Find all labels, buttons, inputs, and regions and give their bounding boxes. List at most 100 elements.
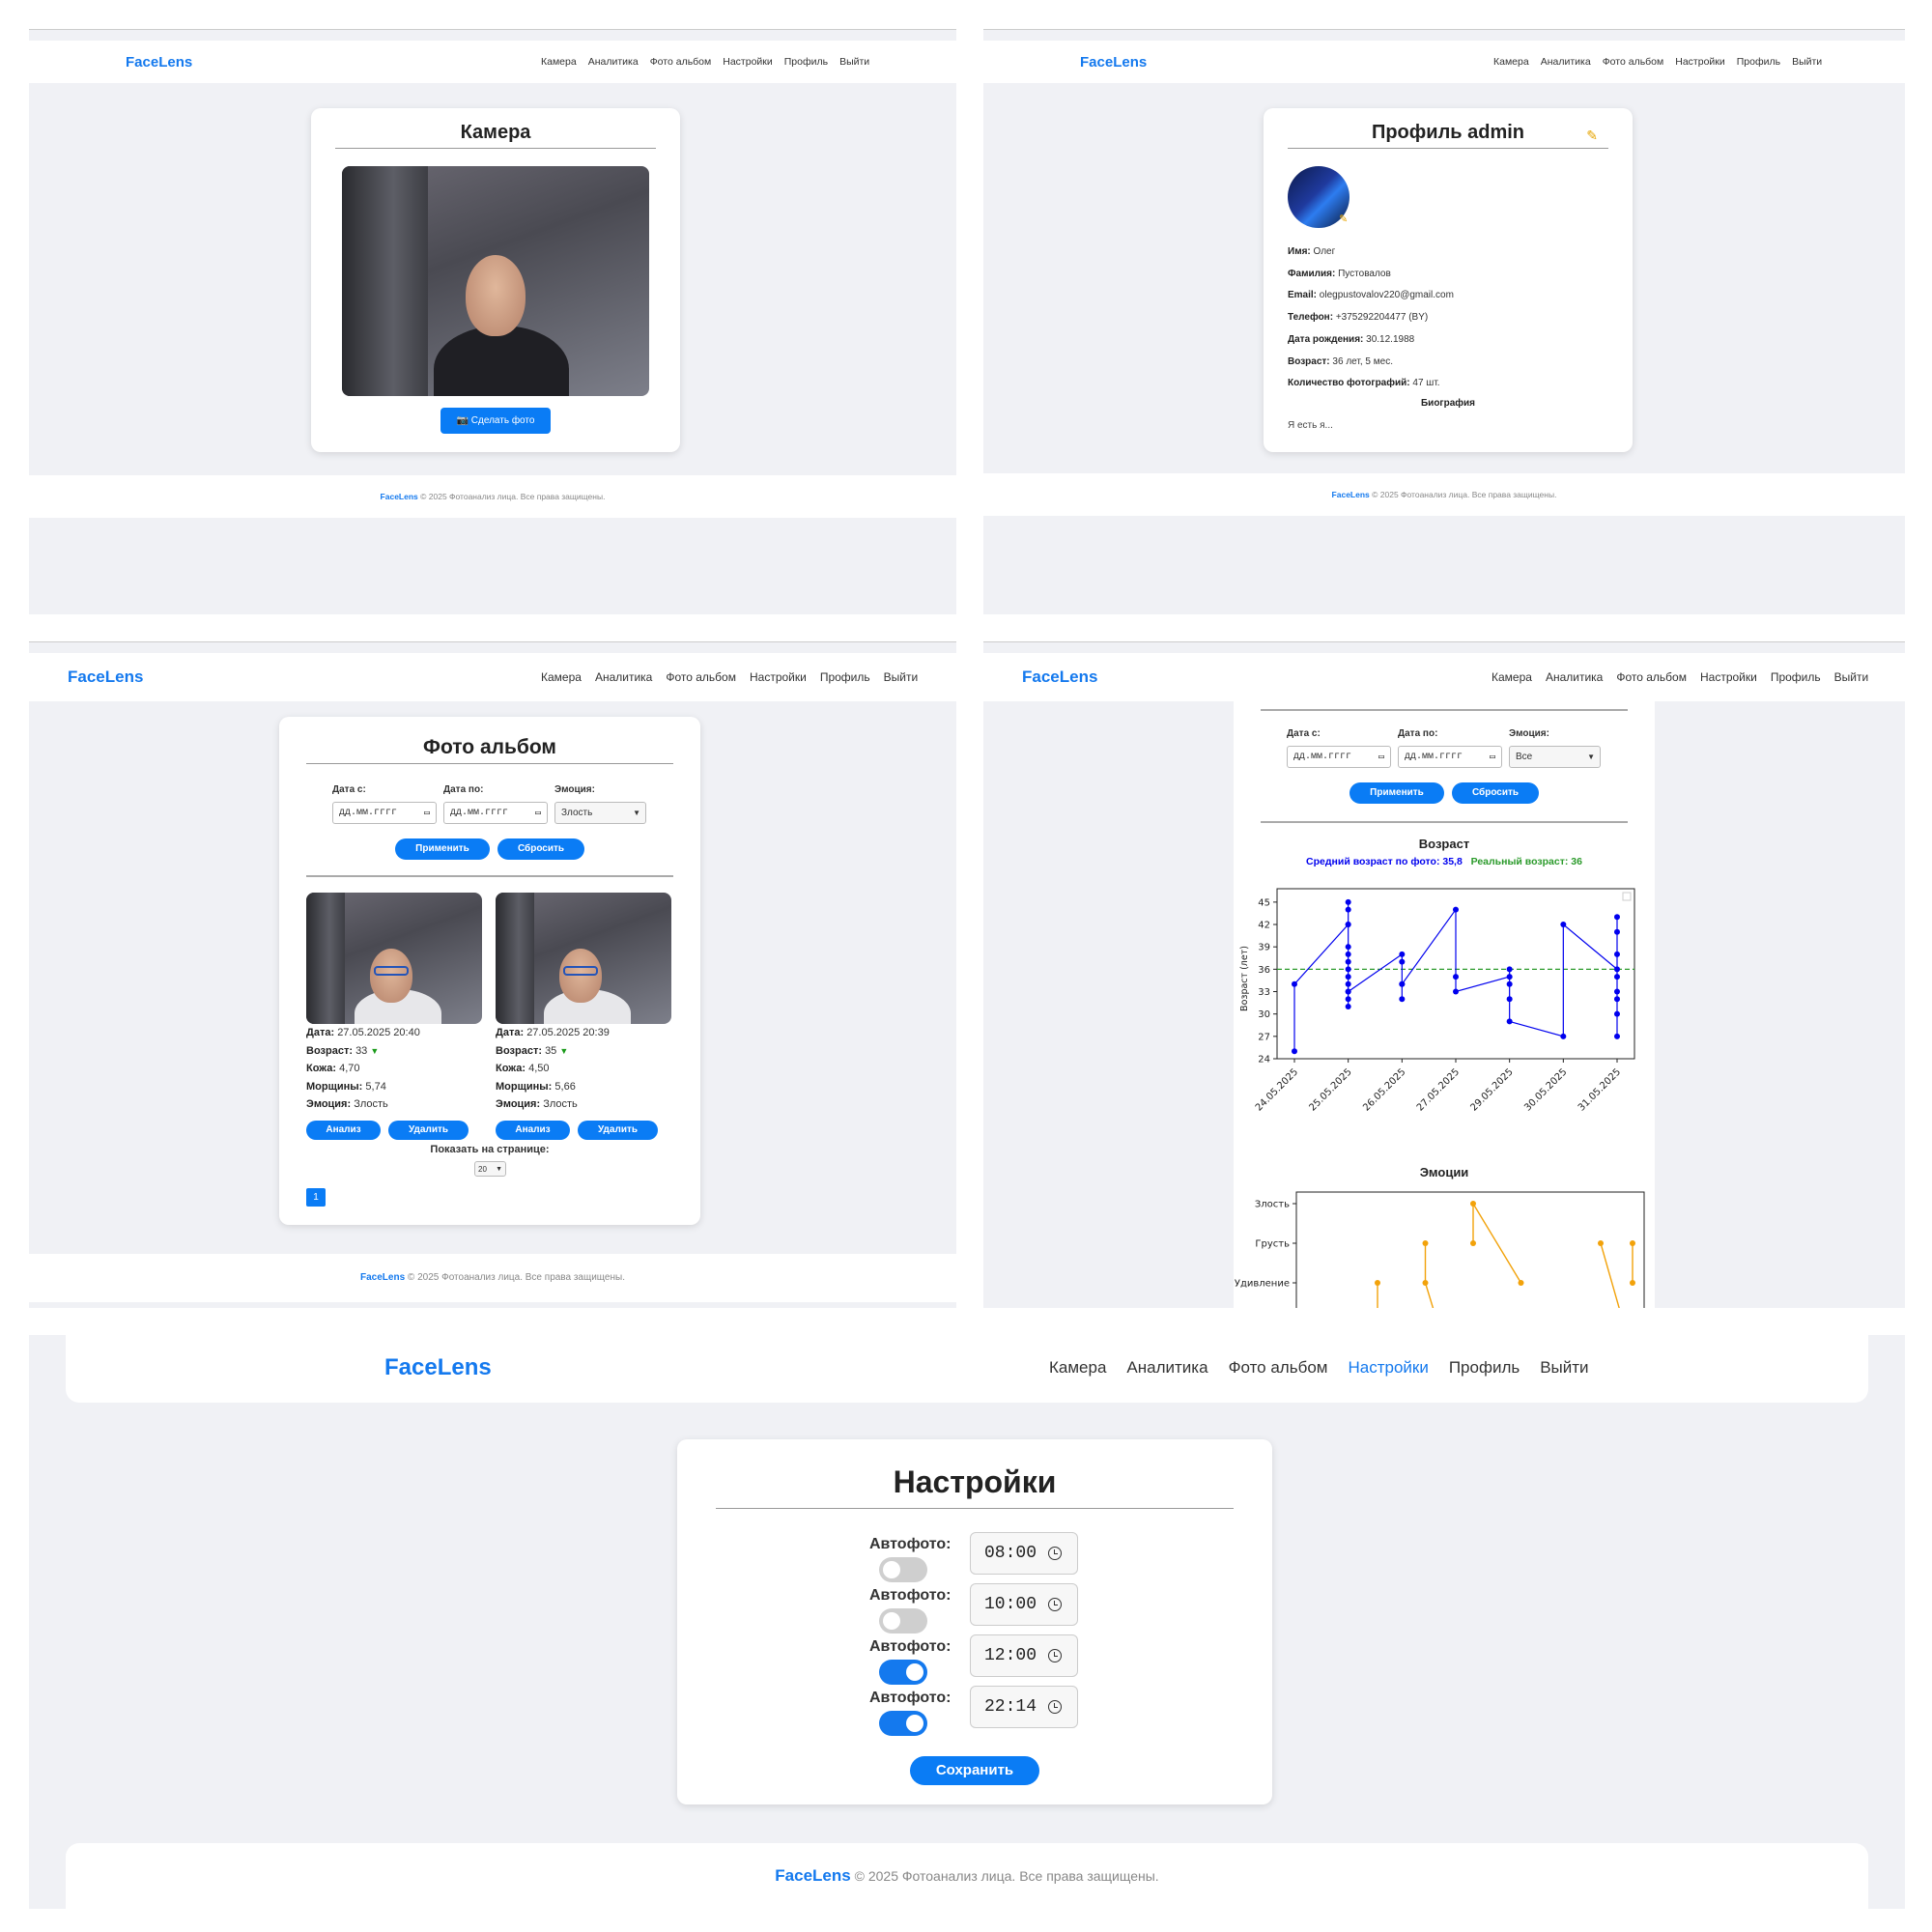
calendar-icon[interactable]: ▭ — [535, 808, 541, 819]
profile-field: Телефон: +375292204477 (BY) — [1288, 312, 1428, 323]
pagination-page[interactable]: 1 — [306, 1188, 326, 1207]
age-data-point — [1453, 906, 1459, 913]
y-tick-label: 42 — [1258, 921, 1270, 931]
brand-logo[interactable]: FaceLens — [126, 54, 192, 71]
nav-profile[interactable]: Профиль — [784, 56, 828, 68]
nav-settings[interactable]: Настройки — [723, 56, 773, 68]
emotion-data-point — [1630, 1240, 1635, 1246]
nav-album[interactable]: Фото альбом — [650, 56, 712, 68]
photo-field-label: Эмоция: — [306, 1098, 352, 1110]
nav-analytics[interactable]: Аналитика — [588, 56, 639, 68]
nav-analytics[interactable]: Аналитика — [1126, 1358, 1208, 1378]
avatar-pencil-icon[interactable]: ✎ — [1339, 213, 1348, 225]
brand-logo[interactable]: FaceLens — [384, 1354, 492, 1381]
nav-camera[interactable]: Камера — [1492, 670, 1532, 684]
autophoto-time-input[interactable]: 12:00 — [970, 1634, 1078, 1677]
analyze-button[interactable]: Анализ — [306, 1121, 381, 1140]
take-photo-button[interactable]: 📷 Сделать фото — [440, 408, 551, 434]
album-photo[interactable] — [306, 893, 482, 1024]
emotion-select[interactable]: Все ▼ — [1509, 746, 1601, 768]
age-data-point — [1506, 966, 1513, 973]
date-to-input[interactable]: дд.мм.гггг ▭ — [1398, 746, 1502, 768]
brand-logo[interactable]: FaceLens — [68, 668, 143, 687]
nav-analytics[interactable]: Аналитика — [1541, 56, 1591, 68]
apply-button[interactable]: Применить — [395, 838, 490, 860]
album-photo[interactable] — [496, 893, 671, 1024]
emotion-data-point — [1422, 1240, 1429, 1246]
y-tick-label: 36 — [1258, 965, 1270, 976]
panel-album: FaceLens Камера Аналитика Фото альбом На… — [29, 641, 956, 1308]
nav-camera[interactable]: Камера — [541, 670, 582, 684]
calendar-icon[interactable]: ▭ — [424, 808, 430, 819]
nav-camera[interactable]: Камера — [1049, 1358, 1106, 1378]
nav-profile[interactable]: Профиль — [1771, 670, 1821, 684]
autophoto-time-input[interactable]: 08:00 — [970, 1532, 1078, 1575]
nav-logout[interactable]: Выйти — [884, 670, 919, 684]
age-data-point — [1614, 966, 1620, 973]
nav-settings[interactable]: Настройки — [750, 670, 807, 684]
save-button[interactable]: Сохранить — [910, 1756, 1039, 1785]
age-data-point — [1345, 951, 1351, 957]
apply-button[interactable]: Применить — [1350, 782, 1444, 804]
nav-logout[interactable]: Выйти — [1834, 670, 1869, 684]
nav-logout[interactable]: Выйти — [1792, 56, 1822, 68]
clock-icon[interactable] — [1048, 1598, 1062, 1611]
autophoto-toggle[interactable] — [879, 1557, 927, 1582]
autophoto-toggle[interactable] — [879, 1608, 927, 1634]
nav-profile[interactable]: Профиль — [1737, 56, 1780, 68]
nav-logout[interactable]: Выйти — [1540, 1358, 1588, 1378]
profile-field-value: Олег — [1313, 246, 1336, 257]
y-tick-label: 33 — [1258, 987, 1270, 998]
calendar-icon[interactable]: ▭ — [1490, 752, 1495, 763]
calendar-icon[interactable]: ▭ — [1378, 752, 1384, 763]
photo-field-label: Морщины: — [496, 1080, 553, 1093]
nav-album[interactable]: Фото альбом — [666, 670, 736, 684]
profile-field-label: Количество фотографий: — [1288, 378, 1410, 389]
autophoto-time-input[interactable]: 10:00 — [970, 1583, 1078, 1626]
nav-album[interactable]: Фото альбом — [1603, 56, 1664, 68]
age-data-point — [1399, 996, 1406, 1003]
pencil-icon[interactable]: ✎ — [1586, 128, 1598, 144]
analyze-button[interactable]: Анализ — [496, 1121, 570, 1140]
nav-camera[interactable]: Камера — [541, 56, 577, 68]
date-to-input[interactable]: дд.мм.гггг ▭ — [443, 802, 548, 824]
nav-profile[interactable]: Профиль — [820, 670, 870, 684]
autophoto-toggle[interactable] — [879, 1711, 927, 1736]
real-age-text: Реальный возраст: 36 — [1470, 856, 1582, 867]
autophoto-toggle[interactable] — [879, 1660, 927, 1685]
nav-settings[interactable]: Настройки — [1675, 56, 1725, 68]
brand-logo[interactable]: FaceLens — [1022, 668, 1097, 687]
nav-settings[interactable]: Настройки — [1700, 670, 1757, 684]
x-tick-label: 29.05.2025 — [1469, 1066, 1516, 1113]
profile-field-label: Имя: — [1288, 246, 1311, 257]
per-page-select[interactable]: 20 ▼ — [474, 1161, 506, 1177]
emotion-select[interactable]: Злость ▼ — [554, 802, 646, 824]
album-card: Фото альбом Дата с: Дата по: Эмоция: дд.… — [279, 717, 700, 1225]
age-data-point — [1345, 906, 1351, 913]
autophoto-label: Автофото: — [869, 1690, 952, 1706]
footer-brand: FaceLens — [1331, 490, 1370, 499]
clock-icon[interactable] — [1048, 1700, 1062, 1714]
emotions-chart: Злость Грусть Удивление — [1235, 1191, 1645, 1308]
reset-button[interactable]: Сбросить — [497, 838, 584, 860]
nav-camera[interactable]: Камера — [1493, 56, 1529, 68]
nav-analytics[interactable]: Аналитика — [595, 670, 652, 684]
nav-profile[interactable]: Профиль — [1449, 1358, 1520, 1378]
date-from-input[interactable]: дд.мм.гггг ▭ — [332, 802, 437, 824]
profile-card: Профиль admin ✎ ✎ Имя: Олег Фамилия: Пуст… — [1264, 108, 1633, 452]
autophoto-time-input[interactable]: 22:14 — [970, 1686, 1078, 1728]
nav-settings[interactable]: Настройки — [1348, 1358, 1428, 1378]
nav-logout[interactable]: Выйти — [839, 56, 869, 68]
clock-icon[interactable] — [1048, 1649, 1062, 1662]
delete-button[interactable]: Удалить — [578, 1121, 658, 1140]
clock-icon[interactable] — [1048, 1547, 1062, 1560]
nav-album[interactable]: Фото альбом — [1616, 670, 1687, 684]
date-from-input[interactable]: дд.мм.гггг ▭ — [1287, 746, 1391, 768]
nav-analytics[interactable]: Аналитика — [1546, 670, 1603, 684]
brand-logo[interactable]: FaceLens — [1080, 54, 1147, 71]
profile-field: Email: olegpustovalov220@gmail.com — [1288, 290, 1454, 300]
y-tick-label: 30 — [1258, 1009, 1270, 1020]
delete-button[interactable]: Удалить — [388, 1121, 469, 1140]
reset-button[interactable]: Сбросить — [1452, 782, 1539, 804]
nav-album[interactable]: Фото альбом — [1229, 1358, 1328, 1378]
